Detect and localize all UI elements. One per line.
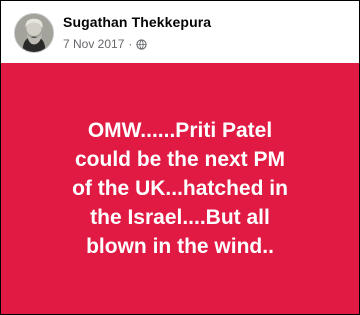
post-card: Sugathan Thekkepura 7 Nov 2017 · OMW....… — [0, 0, 360, 315]
post-date[interactable]: 7 Nov 2017 — [63, 37, 124, 51]
globe-icon[interactable] — [136, 38, 148, 50]
meta-separator: · — [128, 37, 133, 51]
author-name[interactable]: Sugathan Thekkepura — [63, 14, 211, 30]
post-background: OMW......Priti Patel could be the next P… — [1, 63, 359, 314]
post-text: OMW......Priti Patel could be the next P… — [72, 119, 288, 258]
post-header: Sugathan Thekkepura 7 Nov 2017 · — [1, 1, 359, 63]
profile-avatar[interactable] — [14, 13, 54, 53]
post-meta: 7 Nov 2017 · — [63, 36, 148, 52]
